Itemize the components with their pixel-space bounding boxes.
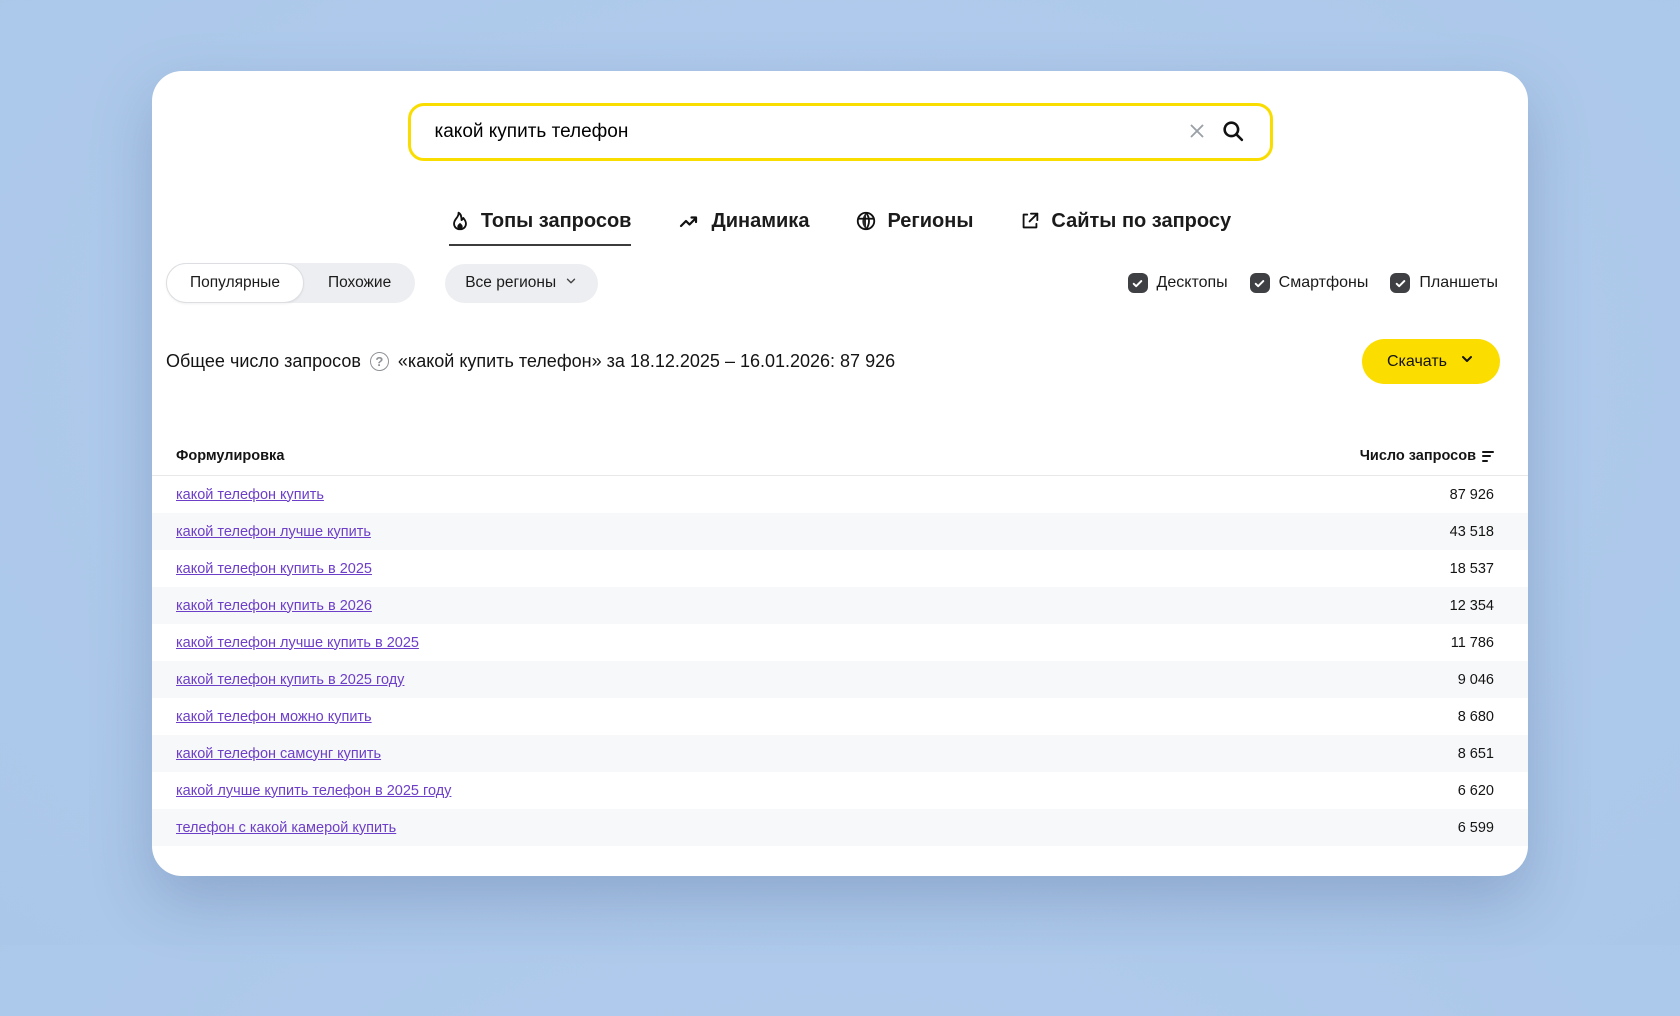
query-mode-toggle: Популярные Похожие — [166, 263, 416, 303]
wordstat-panel: Топы запросов Динамика Регионы — [152, 71, 1528, 876]
tab-label: Динамика — [711, 209, 810, 232]
search-bar — [407, 103, 1273, 161]
table-row: какой телефон купить в 2026 12 354 — [152, 587, 1528, 624]
query-link[interactable]: телефон с какой камерой купить — [176, 820, 396, 836]
column-header-phrase: Формулировка — [176, 448, 285, 464]
external-link-icon — [1019, 210, 1041, 232]
tab-label: Сайты по запросу — [1051, 209, 1232, 232]
query-link[interactable]: какой телефон лучше купить в 2025 — [176, 635, 419, 651]
search-icon — [1220, 118, 1246, 147]
checkbox-checked-icon — [1127, 273, 1148, 293]
query-link[interactable]: какой телефон купить в 2025 — [176, 561, 372, 577]
checkbox-desktops[interactable]: Десктопы — [1127, 273, 1228, 293]
query-count: 43 518 — [1449, 523, 1494, 540]
close-icon — [1186, 120, 1208, 145]
tab-label: Регионы — [887, 209, 974, 232]
tab-sites-by-query[interactable]: Сайты по запросу — [1019, 209, 1231, 246]
download-button[interactable]: Скачать — [1362, 339, 1500, 384]
query-count: 12 354 — [1449, 597, 1494, 614]
query-link[interactable]: какой телефон купить в 2025 году — [176, 672, 404, 688]
query-link[interactable]: какой телефон лучше купить — [176, 524, 371, 540]
checkbox-tablets[interactable]: Планшеты — [1390, 273, 1498, 293]
query-link[interactable]: какой лучше купить телефон в 2025 году — [176, 783, 451, 799]
query-link[interactable]: какой телефон купить — [176, 487, 324, 503]
table-row: какой телефон купить в 2025 18 537 — [152, 550, 1528, 587]
checkbox-checked-icon — [1249, 273, 1270, 293]
column-header-count: Число запросов — [1359, 448, 1476, 464]
sort-descending-icon — [1482, 450, 1494, 462]
table-row: какой лучше купить телефон в 2025 году 6… — [152, 772, 1528, 809]
help-icon[interactable]: ? — [369, 352, 389, 371]
table-row: какой телефон купить 87 926 — [152, 476, 1528, 513]
table-row: какой телефон лучше купить в 2025 11 786 — [152, 624, 1528, 661]
query-link[interactable]: какой телефон купить в 2026 — [176, 598, 372, 614]
table-row: какой телефон самсунг купить 8 651 — [152, 735, 1528, 772]
clear-search-button[interactable] — [1180, 114, 1214, 151]
device-filter-group: Десктопы Смартфоны Планшеты — [1127, 273, 1498, 293]
query-count: 8 680 — [1457, 708, 1494, 725]
query-link[interactable]: какой телефон самсунг купить — [176, 746, 381, 762]
globe-icon — [855, 210, 877, 232]
trending-up-icon — [677, 209, 701, 233]
tab-top-queries[interactable]: Топы запросов — [448, 209, 632, 246]
query-count: 11 786 — [1450, 634, 1494, 651]
tab-dynamics[interactable]: Динамика — [677, 209, 809, 246]
query-count: 18 537 — [1449, 560, 1494, 577]
summary-row: Общее число запросов ? «какой купить тел… — [152, 339, 1528, 384]
total-queries-summary: Общее число запросов ? «какой купить тел… — [166, 351, 895, 372]
toggle-similar[interactable]: Похожие — [304, 263, 415, 303]
region-selector-label: Все регионы — [465, 274, 557, 291]
query-count: 87 926 — [1449, 486, 1494, 503]
query-count: 6 620 — [1457, 782, 1494, 799]
table-row: какой телефон лучше купить 43 518 — [152, 513, 1528, 550]
query-count: 9 046 — [1457, 671, 1494, 688]
toggle-popular[interactable]: Популярные — [166, 263, 304, 303]
table-row: какой телефон купить в 2025 году 9 046 — [152, 661, 1528, 698]
tab-label: Топы запросов — [480, 209, 632, 232]
summary-text-after: «какой купить телефон» за 18.12.2025 – 1… — [397, 351, 896, 371]
chevron-down-icon — [564, 274, 578, 293]
checkbox-checked-icon — [1390, 273, 1411, 293]
checkbox-label: Смартфоны — [1278, 274, 1369, 291]
download-button-label: Скачать — [1387, 352, 1447, 370]
checkbox-label: Десктопы — [1156, 274, 1228, 291]
filters-row: Популярные Похожие Все регионы Десктопы — [152, 263, 1528, 303]
column-header-count-sort[interactable]: Число запросов — [1360, 448, 1494, 464]
fire-icon — [449, 210, 471, 232]
checkbox-label: Планшеты — [1419, 274, 1498, 291]
summary-text-before: Общее число запросов — [166, 351, 361, 371]
query-count: 8 651 — [1457, 745, 1494, 762]
search-input[interactable] — [434, 121, 1180, 143]
table-row: телефон с какой камерой купить 6 599 — [152, 809, 1528, 846]
table-header: Формулировка Число запросов — [152, 448, 1528, 476]
query-count: 6 599 — [1457, 819, 1494, 836]
chevron-down-icon — [1459, 351, 1475, 372]
region-selector[interactable]: Все регионы — [445, 263, 599, 303]
checkbox-smartphones[interactable]: Смартфоны — [1249, 273, 1369, 293]
queries-table: Формулировка Число запросов какой телефо… — [152, 448, 1528, 846]
table-row: какой телефон можно купить 8 680 — [152, 698, 1528, 735]
search-submit-button[interactable] — [1214, 112, 1252, 153]
tab-bar: Топы запросов Динамика Регионы Сайты по … — [152, 209, 1528, 246]
table-body: какой телефон купить 87 926 какой телефо… — [152, 476, 1528, 846]
tab-regions[interactable]: Регионы — [855, 209, 973, 246]
query-link[interactable]: какой телефон можно купить — [176, 709, 372, 725]
